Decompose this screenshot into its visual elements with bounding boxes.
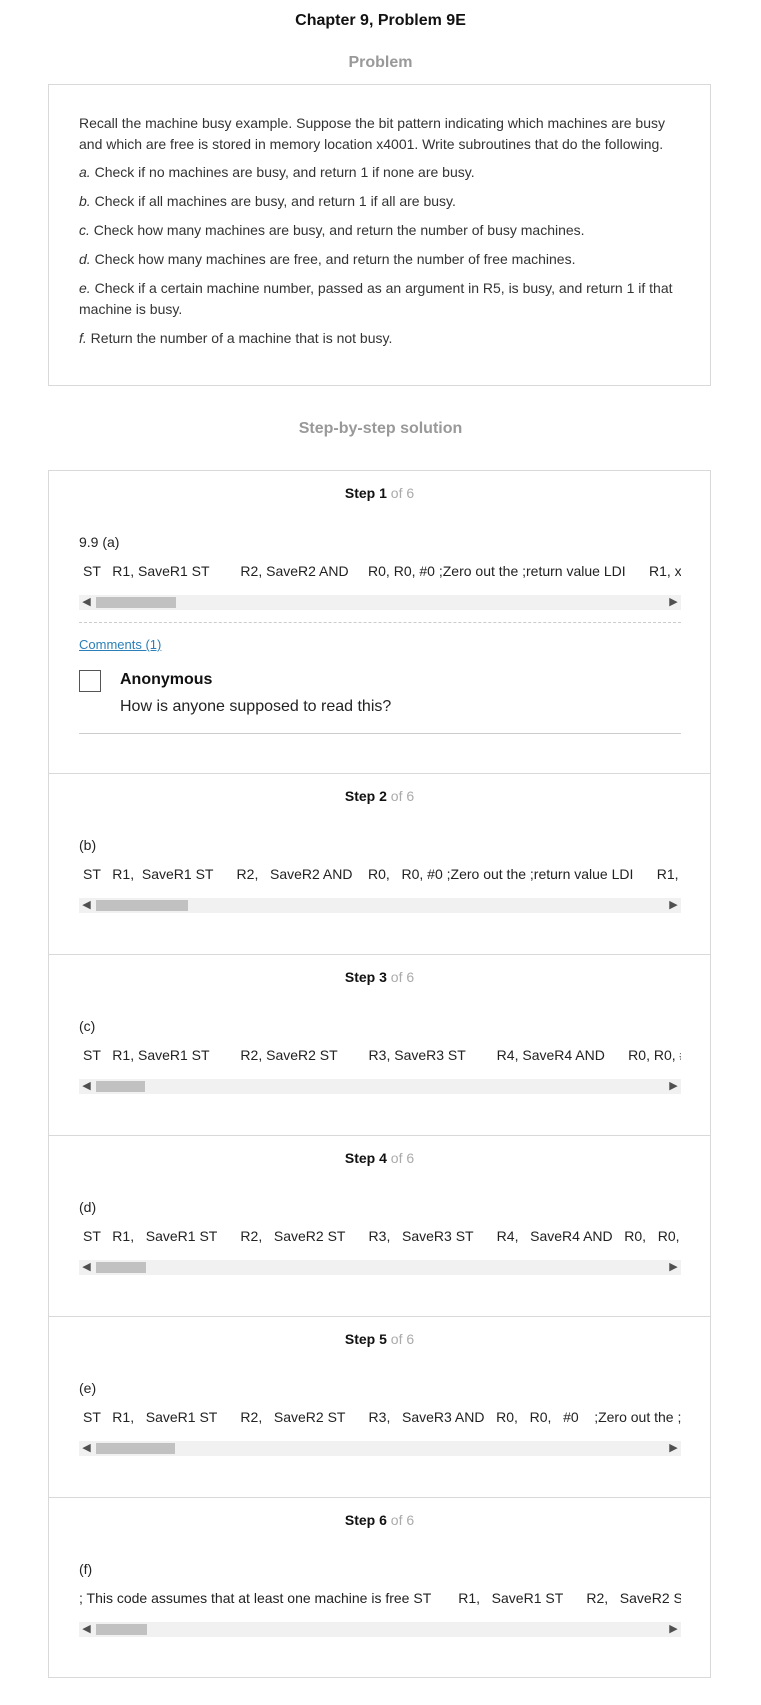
horizontal-scrollbar[interactable]: ◀ ▶ bbox=[79, 1441, 681, 1456]
problem-heading: Problem bbox=[348, 54, 413, 71]
step-label: (d) bbox=[79, 1199, 97, 1215]
problem-item-a: a. Check if no machines are busy, and re… bbox=[79, 162, 680, 183]
scrollbar-thumb[interactable] bbox=[96, 1624, 147, 1635]
step-title: Step 4 of 6 bbox=[49, 1150, 710, 1166]
step-4: Step 4 of 6 (d) ST R1, SaveR1 ST R2, Sav… bbox=[49, 1136, 710, 1317]
step-title: Step 6 of 6 bbox=[49, 1512, 710, 1528]
problem-box: Recall the machine busy example. Suppose… bbox=[48, 84, 711, 386]
step-word: Step bbox=[344, 1150, 376, 1166]
step-5: Step 5 of 6 (e) ST R1, SaveR1 ST R2, Sav… bbox=[49, 1317, 710, 1498]
code-line: ; This code assumes that at least one ma… bbox=[79, 1590, 681, 1606]
step-number: 6 bbox=[379, 1512, 387, 1528]
step-word: Step bbox=[344, 1331, 376, 1347]
step-number: 5 bbox=[379, 1331, 387, 1347]
problem-item-letter: f. bbox=[79, 330, 87, 346]
step-number: 3 bbox=[379, 969, 387, 985]
scrollbar-thumb[interactable] bbox=[96, 1443, 175, 1454]
step-number: 1 bbox=[379, 485, 387, 501]
comments-link[interactable]: Comments (1) bbox=[79, 637, 161, 652]
problem-item-text: Check if no machines are busy, and retur… bbox=[90, 164, 475, 180]
horizontal-scrollbar[interactable]: ◀ ▶ bbox=[79, 898, 681, 913]
problem-item-text: Check how many machines are busy, and re… bbox=[89, 222, 585, 238]
scroll-right-icon[interactable]: ▶ bbox=[666, 1260, 681, 1275]
problem-item-c: c. Check how many machines are busy, and… bbox=[79, 220, 680, 241]
comment-author: Anonymous bbox=[120, 671, 213, 688]
problem-item-letter: c. bbox=[79, 222, 90, 238]
step-title: Step 2 of 6 bbox=[49, 788, 710, 804]
scroll-right-icon[interactable]: ▶ bbox=[666, 1622, 681, 1637]
scroll-left-icon[interactable]: ◀ bbox=[79, 1622, 94, 1637]
problem-item-text: Return the number of a machine that is n… bbox=[86, 330, 393, 346]
step-label: (b) bbox=[79, 837, 97, 853]
step-number: 4 bbox=[379, 1150, 387, 1166]
step-title: Step 5 of 6 bbox=[49, 1331, 710, 1347]
step-of-total: of 6 bbox=[390, 788, 415, 804]
solution-heading: Step-by-step solution bbox=[298, 420, 463, 437]
step-6: Step 6 of 6 (f) ; This code assumes that… bbox=[49, 1498, 710, 1679]
horizontal-scrollbar[interactable]: ◀ ▶ bbox=[79, 595, 681, 610]
scroll-left-icon[interactable]: ◀ bbox=[79, 1079, 94, 1094]
step-label: (e) bbox=[79, 1380, 97, 1396]
scroll-right-icon[interactable]: ▶ bbox=[666, 898, 681, 913]
step-label: 9.9 (a) bbox=[79, 534, 120, 550]
scroll-left-icon[interactable]: ◀ bbox=[79, 595, 94, 610]
scroll-left-icon[interactable]: ◀ bbox=[79, 1260, 94, 1275]
code-line: ST R1, SaveR1 ST R2, SaveR2 AND R0, R0, … bbox=[83, 563, 681, 579]
problem-item-f: f. Return the number of a machine that i… bbox=[79, 328, 680, 349]
step-label: (c) bbox=[79, 1018, 96, 1034]
scroll-right-icon[interactable]: ▶ bbox=[666, 595, 681, 610]
step-title: Step 3 of 6 bbox=[49, 969, 710, 985]
chapter-title: Chapter 9, Problem 9E bbox=[295, 12, 466, 29]
scrollbar-thumb[interactable] bbox=[96, 597, 176, 608]
step-3: Step 3 of 6 (c) ST R1, SaveR1 ST R2, Sav… bbox=[49, 955, 710, 1136]
problem-item-letter: b. bbox=[79, 193, 91, 209]
step-of-total: of 6 bbox=[390, 969, 415, 985]
code-line: ST R1, SaveR1 ST R2, SaveR2 ST R3, SaveR… bbox=[83, 1409, 681, 1425]
problem-item-d: d. Check how many machines are free, and… bbox=[79, 249, 680, 270]
scroll-right-icon[interactable]: ▶ bbox=[666, 1079, 681, 1094]
problem-item-letter: d. bbox=[79, 251, 91, 267]
horizontal-scrollbar[interactable]: ◀ ▶ bbox=[79, 1260, 681, 1275]
step-1: Step 1 of 6 9.9 (a) ST R1, SaveR1 ST R2,… bbox=[49, 471, 710, 774]
step-word: Step bbox=[344, 1512, 376, 1528]
scroll-left-icon[interactable]: ◀ bbox=[79, 1441, 94, 1456]
avatar bbox=[79, 670, 101, 692]
problem-item-text: Check if a certain machine number, passe… bbox=[79, 280, 673, 317]
step-title: Step 1 of 6 bbox=[49, 485, 710, 501]
solution-page: Chapter 9, Problem 9E Problem Recall the… bbox=[0, 0, 761, 1705]
problem-item-b: b. Check if all machines are busy, and r… bbox=[79, 191, 680, 212]
horizontal-scrollbar[interactable]: ◀ ▶ bbox=[79, 1079, 681, 1094]
problem-item-letter: e. bbox=[79, 280, 91, 296]
step-of-total: of 6 bbox=[390, 485, 415, 501]
problem-item-text: Check how many machines are free, and re… bbox=[90, 251, 576, 267]
scrollbar-thumb[interactable] bbox=[96, 900, 188, 911]
code-line: ST R1, SaveR1 ST R2, SaveR2 AND R0, R0, … bbox=[83, 866, 681, 882]
step-word: Step bbox=[344, 969, 376, 985]
horizontal-scrollbar[interactable]: ◀ ▶ bbox=[79, 1622, 681, 1637]
step-of-total: of 6 bbox=[390, 1331, 415, 1347]
problem-item-text: Check if all machines are busy, and retu… bbox=[90, 193, 456, 209]
step-2: Step 2 of 6 (b) ST R1, SaveR1 ST R2, Sav… bbox=[49, 774, 710, 955]
problem-intro: Recall the machine busy example. Suppose… bbox=[79, 115, 665, 152]
step-of-total: of 6 bbox=[390, 1150, 415, 1166]
step-of-total: of 6 bbox=[390, 1512, 415, 1528]
comment-divider bbox=[79, 733, 681, 734]
problem-item-letter: a. bbox=[79, 164, 91, 180]
solution-box: Step 1 of 6 9.9 (a) ST R1, SaveR1 ST R2,… bbox=[48, 470, 711, 1678]
scrollbar-thumb[interactable] bbox=[96, 1262, 146, 1273]
code-line: ST R1, SaveR1 ST R2, SaveR2 ST R3, SaveR… bbox=[83, 1047, 681, 1063]
scrollbar-thumb[interactable] bbox=[96, 1081, 145, 1092]
comments-divider bbox=[79, 622, 681, 623]
step-word: Step bbox=[344, 788, 376, 804]
scroll-left-icon[interactable]: ◀ bbox=[79, 898, 94, 913]
scroll-right-icon[interactable]: ▶ bbox=[666, 1441, 681, 1456]
step-number: 2 bbox=[379, 788, 387, 804]
step-word: Step bbox=[344, 485, 376, 501]
problem-item-e: e. Check if a certain machine number, pa… bbox=[79, 278, 680, 320]
comment-text: How is anyone supposed to read this? bbox=[120, 698, 392, 715]
code-line: ST R1, SaveR1 ST R2, SaveR2 ST R3, SaveR… bbox=[83, 1228, 681, 1244]
step-label: (f) bbox=[79, 1561, 93, 1577]
